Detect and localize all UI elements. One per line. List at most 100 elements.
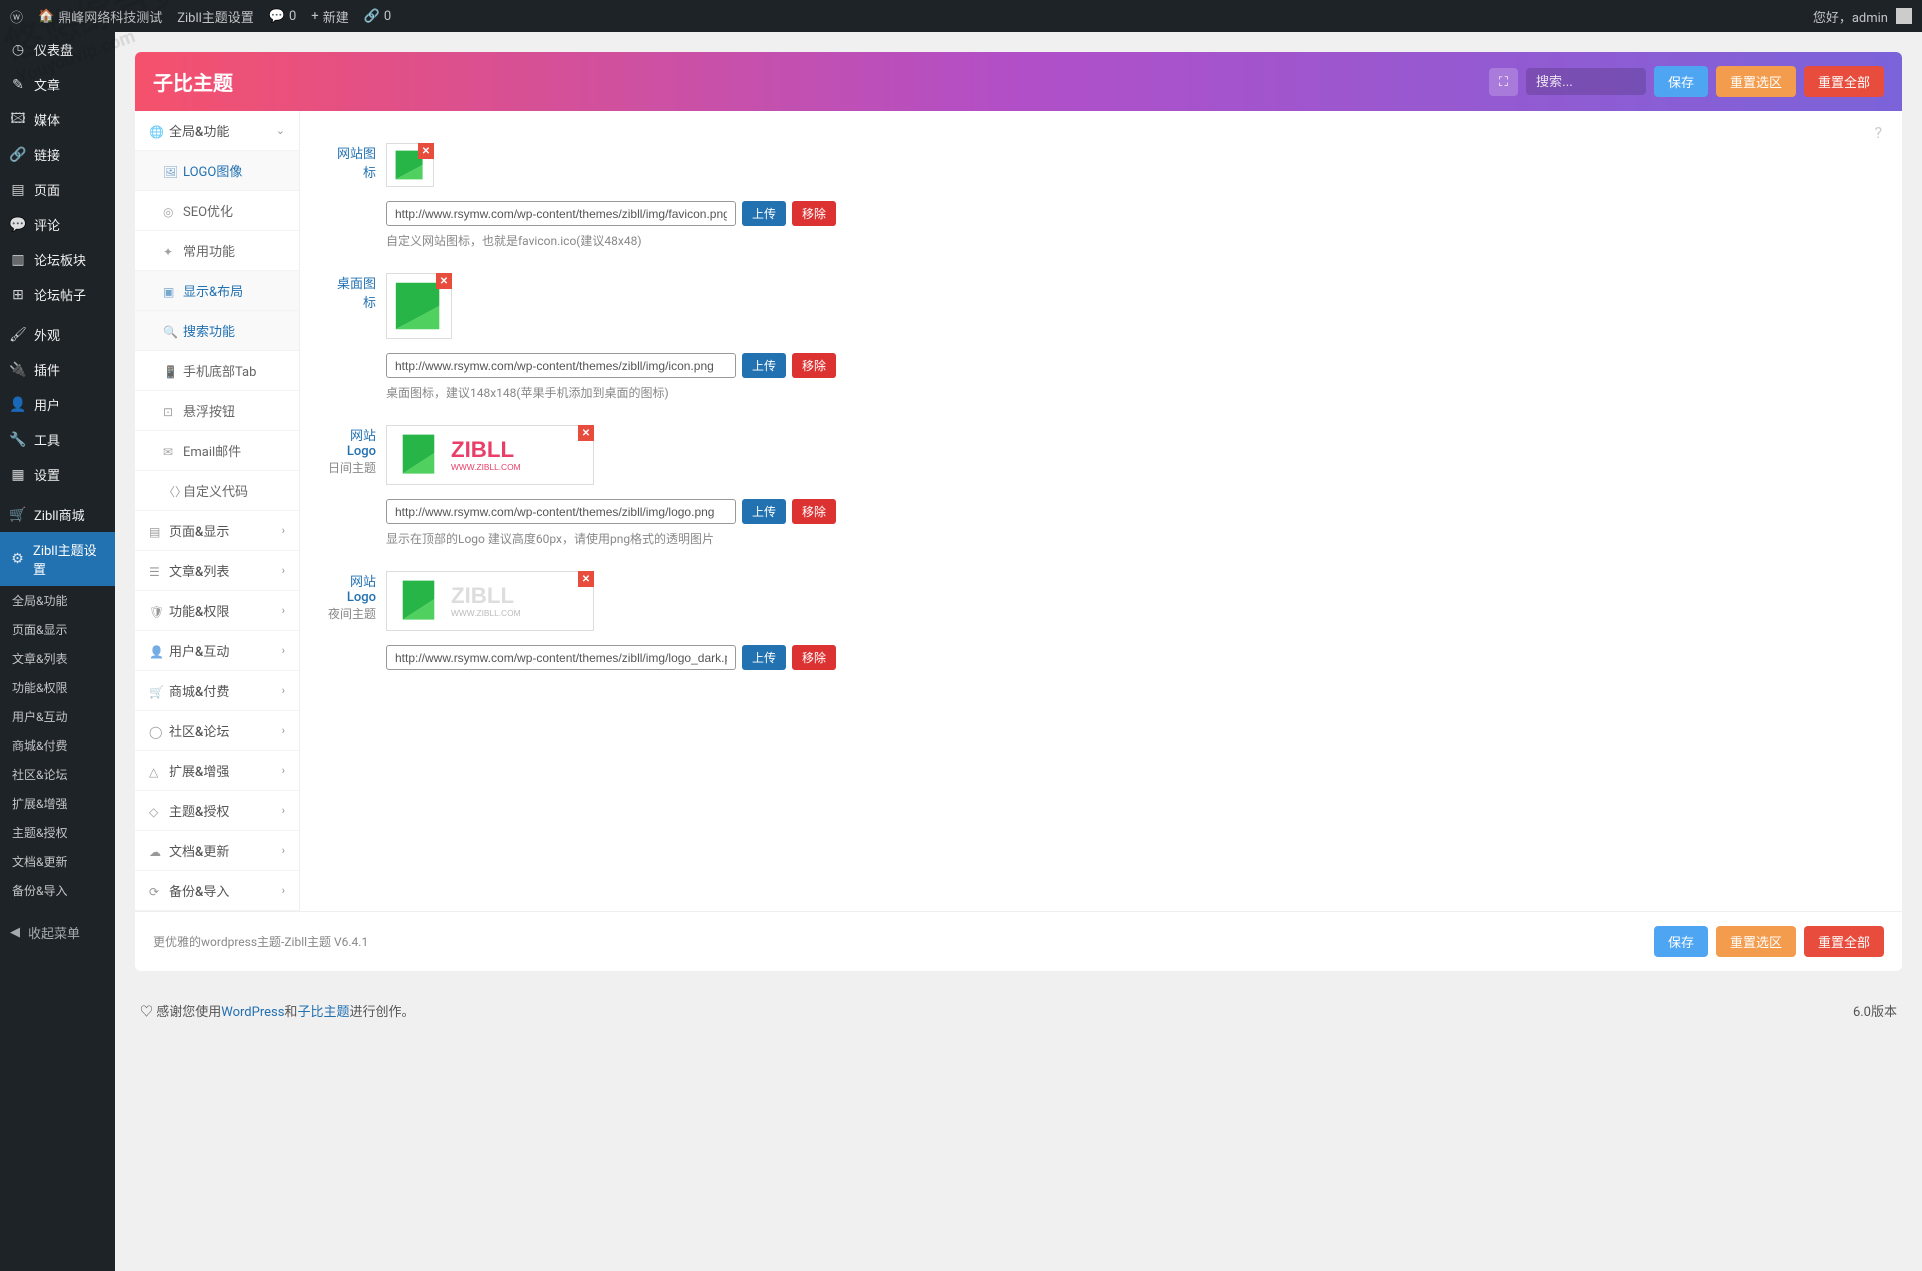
upload-button[interactable]: 上传 [742,201,786,226]
admin-submenu-item[interactable]: 页面&显示 [0,615,115,644]
nav-sub-item[interactable]: 〈〉自定义代码 [135,471,299,511]
nav-sub-item[interactable]: ▣显示&布局 [135,271,299,311]
admin-menu-item[interactable]: 🔧工具 [0,422,115,457]
nav-sub-item[interactable]: ✉Email邮件 [135,431,299,471]
admin-menu-item[interactable]: 🖌外观 [0,317,115,352]
close-icon[interactable]: ✕ [436,273,452,289]
admin-menu-item[interactable]: ▤页面 [0,172,115,207]
wp-logo[interactable]: ⓦ [10,7,23,26]
admin-submenu-item[interactable]: 备份&导入 [0,876,115,905]
nav-group[interactable]: 🛡功能&权限› [135,591,299,631]
nav-group[interactable]: ◯社区&论坛› [135,711,299,751]
nav-sub-item[interactable]: 🔍搜索功能 [135,311,299,351]
admin-submenu-item[interactable]: 商城&付费 [0,731,115,760]
menu-icon: ⊞ [10,287,26,303]
admin-menu-item[interactable]: ◷仪表盘 [0,32,115,67]
theme-search[interactable] [1526,68,1646,95]
remove-button[interactable]: 移除 [792,645,836,670]
nav-sub-item[interactable]: ⊡悬浮按钮 [135,391,299,431]
menu-icon: 💬 [10,217,26,233]
admin-menu-item[interactable]: 👤用户 [0,387,115,422]
nav-group[interactable]: ⟳备份&导入› [135,871,299,911]
admin-menu-item[interactable]: ▦设置 [0,457,115,492]
admin-submenu-item[interactable]: 社区&论坛 [0,760,115,789]
admin-submenu-item[interactable]: 主题&授权 [0,818,115,847]
admin-menu-item[interactable]: 🛒Zibll商城 [0,497,115,532]
collapse-menu[interactable]: ◀ 收起菜单 [0,915,115,950]
remove-button[interactable]: 移除 [792,201,836,226]
wordpress-link[interactable]: WordPress [221,1005,284,1020]
nav-icon: ⟳ [149,885,163,899]
nav-icon: 📱 [163,365,177,379]
remove-button[interactable]: 移除 [792,499,836,524]
nav-global[interactable]: 🌐全局&功能 ⌄ [135,111,299,151]
chevron-right-icon: › [282,764,285,777]
admin-menu-item[interactable]: 🔗链接 [0,137,115,172]
admin-submenu-item[interactable]: 文章&列表 [0,644,115,673]
nav-group[interactable]: ☰文章&列表› [135,551,299,591]
links-count[interactable]: 🔗 0 [364,9,392,24]
nav-group[interactable]: ☁文档&更新› [135,831,299,871]
admin-menu-item[interactable]: 🖾媒体 [0,102,115,137]
menu-icon: ▦ [10,467,26,483]
url-input[interactable] [386,353,736,378]
nav-group[interactable]: ▤页面&显示› [135,511,299,551]
admin-menu-item[interactable]: 💬评论 [0,207,115,242]
reset-all-button-bottom[interactable]: 重置全部 [1804,926,1884,957]
menu-icon: 🛒 [10,507,26,523]
admin-submenu-item[interactable]: 扩展&增强 [0,789,115,818]
close-icon[interactable]: ✕ [578,571,594,587]
admin-menu-item[interactable]: ⚙Zibll主题设置 [0,532,115,586]
url-input[interactable] [386,201,736,226]
save-button[interactable]: 保存 [1654,66,1708,97]
chevron-right-icon: › [282,564,285,577]
nav-icon: ✉ [163,445,177,459]
upload-button[interactable]: 上传 [742,353,786,378]
remove-button[interactable]: 移除 [792,353,836,378]
comments-count[interactable]: 💬 0 [269,9,297,24]
admin-submenu-item[interactable]: 全局&功能 [0,586,115,615]
nav-group[interactable]: 👤用户&互动› [135,631,299,671]
collapse-icon: ◀ [10,925,20,940]
admin-submenu-item[interactable]: 功能&权限 [0,673,115,702]
reset-section-button-bottom[interactable]: 重置选区 [1716,926,1796,957]
upload-button[interactable]: 上传 [742,499,786,524]
nav-sub-item[interactable]: 📱手机底部Tab [135,351,299,391]
admin-menu-item[interactable]: 🔌插件 [0,352,115,387]
expand-button[interactable]: ⛶ [1489,68,1518,96]
reset-section-button[interactable]: 重置选区 [1716,66,1796,97]
nav-sub-item[interactable]: ✦常用功能 [135,231,299,271]
close-icon[interactable]: ✕ [418,143,434,159]
site-name[interactable]: 🏠 鼎峰网络科技测试 [38,7,162,26]
nav-icon: 👤 [149,645,163,659]
nav-sub-item[interactable]: ◎SEO优化 [135,191,299,231]
theme-footer: 更优雅的wordpress主题-Zibll主题 V6.4.1 保存 重置选区 重… [135,911,1902,971]
reset-all-button[interactable]: 重置全部 [1804,66,1884,97]
admin-menu-item[interactable]: ▥论坛板块 [0,242,115,277]
zibll-link[interactable]: 子比主题 [297,1005,349,1020]
nav-group[interactable]: △扩展&增强› [135,751,299,791]
svg-text:WWW.ZIBLL.COM: WWW.ZIBLL.COM [451,608,521,618]
close-icon[interactable]: ✕ [578,425,594,441]
admin-submenu-item[interactable]: 用户&互动 [0,702,115,731]
nav-group[interactable]: ◇主题&授权› [135,791,299,831]
menu-icon: 🔌 [10,362,26,378]
nav-icon: ◇ [149,805,163,819]
admin-menu-item[interactable]: ✎文章 [0,67,115,102]
nav-sub-item[interactable]: 🖼LOGO图像 [135,151,299,191]
add-new[interactable]: + 新建 [311,7,348,26]
avatar[interactable] [1896,8,1912,24]
nav-icon: 🛡 [149,605,163,619]
save-button-bottom[interactable]: 保存 [1654,926,1708,957]
field-label: 网站Logo日间主题 [328,425,386,547]
upload-button[interactable]: 上传 [742,645,786,670]
admin-menu-item[interactable]: ⊞论坛帖子 [0,277,115,312]
theme-settings[interactable]: Zibll主题设置 [177,7,254,26]
url-input[interactable] [386,499,736,524]
menu-icon: ◷ [10,42,26,58]
help-icon[interactable]: ? [1874,123,1882,142]
field-label: 网站图标 [328,143,386,249]
url-input[interactable] [386,645,736,670]
admin-submenu-item[interactable]: 文档&更新 [0,847,115,876]
nav-group[interactable]: 🛒商城&付费› [135,671,299,711]
